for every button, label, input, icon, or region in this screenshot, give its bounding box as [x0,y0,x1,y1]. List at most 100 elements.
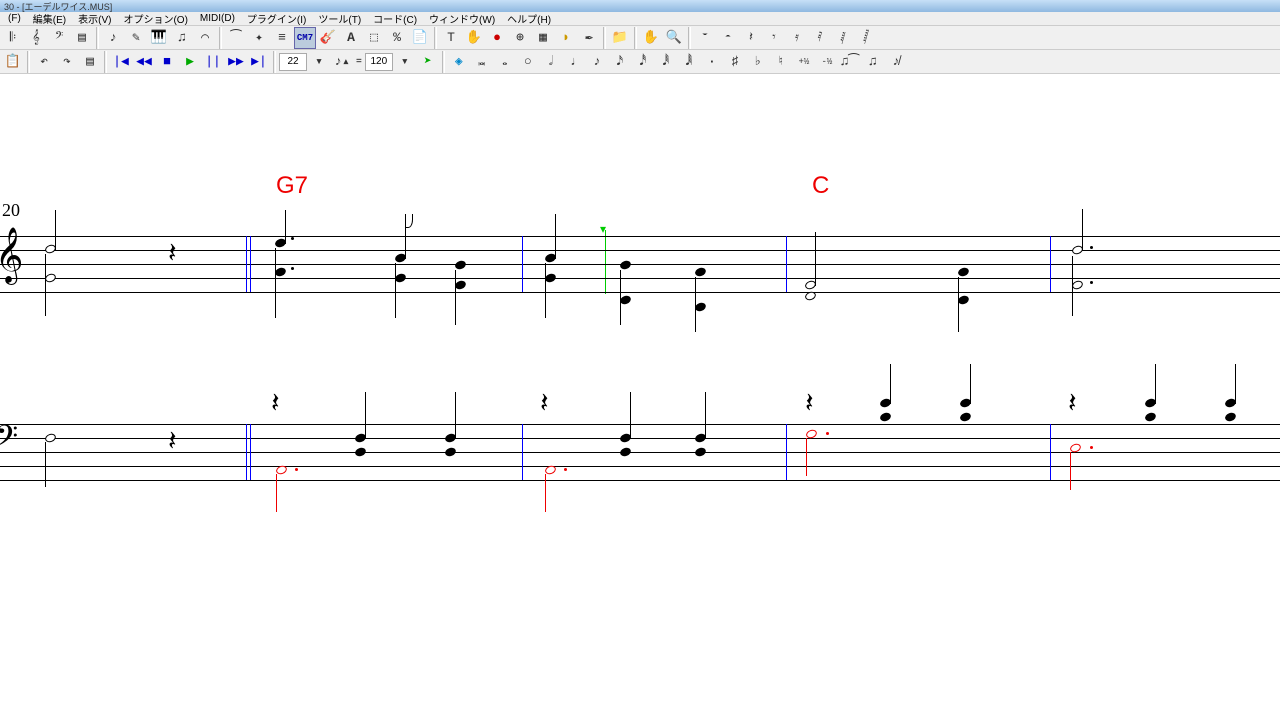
quarter-rest[interactable]: 𝄽 [805,390,814,418]
note-128-button[interactable]: 𝅘𝅥𝅲 [678,51,700,73]
note-head[interactable] [619,446,632,457]
layout-button[interactable]: ▤ [71,27,93,49]
chord-label-g7[interactable]: G7 [276,172,308,200]
note-head[interactable] [959,411,972,422]
sixteenth-rest-button[interactable]: 𝄿 [786,27,808,49]
whole-note-button[interactable]: 𝅝 [494,51,516,73]
eighth-note-button[interactable]: ♪ [102,27,124,49]
menu-view[interactable]: 表示(V) [72,11,117,26]
chord-button[interactable]: CM7 [294,27,316,49]
octave-up-button[interactable]: +½ [793,51,815,73]
measure-down-button[interactable]: ▾ [308,51,330,73]
edit-note-button[interactable]: ✎ [125,27,147,49]
rewind-button[interactable]: ◀◀ [133,51,155,73]
half-note-inv-button[interactable]: ○ [517,51,539,73]
lyric-button[interactable]: ≡ [271,27,293,49]
hammer-button[interactable]: T [440,27,462,49]
menu-edit[interactable]: 編集(E) [27,11,72,26]
sharp-button[interactable]: ♯ [724,51,746,73]
note-head[interactable] [957,266,970,277]
stop-button[interactable]: ■ [156,51,178,73]
grab-button[interactable]: ✋ [640,27,662,49]
folder-button[interactable]: 📁 [609,27,631,49]
menu-file[interactable]: (F) [2,13,27,24]
sixteenth-note-button[interactable]: 𝅘𝅥𝅯 [609,51,631,73]
grace-note-button[interactable]: ♪̸ [885,51,907,73]
menu-code[interactable]: コード(C) [367,11,423,26]
sixty-fourth-rest-button[interactable]: 𝅁 [832,27,854,49]
rewind-start-button[interactable]: |◀ [110,51,132,73]
menu-option[interactable]: オプション(O) [117,11,193,26]
chord-label-c[interactable]: C [812,172,829,200]
menu-help[interactable]: ヘルプ(H) [501,11,557,26]
text-button[interactable]: A [340,27,362,49]
play-button[interactable]: ▶ [179,51,201,73]
beam-button[interactable]: ♫ [171,27,193,49]
note-spin-button[interactable]: ♪▴ [331,51,353,73]
undo-button[interactable]: ↶ [33,51,55,73]
half-rest-button[interactable]: 𝄼 [717,27,739,49]
score-area[interactable]: 20 𝄞 𝄢 G7 C ▾ 𝄽 𝄽 𝄽 [0,74,1280,720]
whole-rest-button[interactable]: 𝄻 [694,27,716,49]
menu-plugin[interactable]: プラグイン(I) [241,11,312,26]
tie-button[interactable]: ⌒ [194,27,216,49]
sixty-fourth-note-button[interactable]: 𝅘𝅥𝅱 [655,51,677,73]
quarter-rest[interactable]: 𝄽 [168,240,177,268]
beam-button-2[interactable]: ♫ [862,51,884,73]
note-head[interactable] [444,446,457,457]
natural-button[interactable]: ♮ [770,51,792,73]
quarter-rest[interactable]: 𝄽 [168,428,177,456]
apple-button[interactable]: ● [486,27,508,49]
thirty-second-rest-button[interactable]: 𝅀 [809,27,831,49]
quarter-rest[interactable]: 𝄽 [1068,390,1077,418]
layer-button[interactable]: ◈ [448,51,470,73]
thirty-second-note-button[interactable]: 𝅘𝅥𝅰 [632,51,654,73]
page-button[interactable]: 📄 [409,27,431,49]
menu-midi[interactable]: MIDI(D) [194,13,241,24]
bass-clef-button[interactable]: 𝄢 [48,27,70,49]
disk-button[interactable]: ◗ [555,27,577,49]
note-head[interactable] [879,411,892,422]
part-button[interactable]: 𝄆 [2,27,24,49]
note-head[interactable] [694,446,707,457]
note-head[interactable] [619,259,632,270]
select-button[interactable]: ⬚ [363,27,385,49]
flat-button[interactable]: ♭ [747,51,769,73]
quarter-note-button[interactable]: ♩ [563,51,585,73]
note-head[interactable] [694,266,707,277]
piano-button[interactable]: 🎹 [148,27,170,49]
octave-down-button[interactable]: -½ [816,51,838,73]
eighth-rest-button[interactable]: 𝄾 [763,27,785,49]
tie-button-2[interactable]: ♫⁀ [839,51,861,73]
guitar-button[interactable]: 🎸 [317,27,339,49]
note-head[interactable] [1144,411,1157,422]
menu-tool[interactable]: ツール(T) [312,11,367,26]
globe-button[interactable]: ⊕ [509,27,531,49]
pause-button[interactable]: || [202,51,224,73]
forward-end-button[interactable]: ▶| [248,51,270,73]
eighth-note-button-2[interactable]: ♪ [586,51,608,73]
note-head[interactable] [454,259,467,270]
copy-button[interactable]: 📋 [2,51,24,73]
menu-window[interactable]: ウィンドウ(W) [423,11,501,26]
forward-button[interactable]: ▶▶ [225,51,247,73]
rest-128-button[interactable]: 𝅂 [855,27,877,49]
treble-clef-button[interactable]: 𝄞 [25,27,47,49]
percent-button[interactable]: % [386,27,408,49]
measure-input[interactable] [279,53,307,71]
half-note-button[interactable]: 𝅗𝅥 [540,51,562,73]
tempo-down-button[interactable]: ▾ [394,51,416,73]
note-head[interactable] [354,446,367,457]
quarter-rest[interactable]: 𝄽 [540,390,549,418]
zoom-button[interactable]: 🔍 [663,27,685,49]
dot-button[interactable]: · [701,51,723,73]
double-whole-note-button[interactable]: 𝅜 [471,51,493,73]
tempo-input[interactable] [365,53,393,71]
redo-button[interactable]: ↷ [56,51,78,73]
quarter-rest-button[interactable]: 𝄽 [740,27,762,49]
doc-button[interactable]: ▤ [79,51,101,73]
send-button[interactable]: ➤ [417,51,439,73]
pen-button[interactable]: ✒ [578,27,600,49]
quarter-rest[interactable]: 𝄽 [271,390,280,418]
tuplet-button[interactable]: ✦ [248,27,270,49]
